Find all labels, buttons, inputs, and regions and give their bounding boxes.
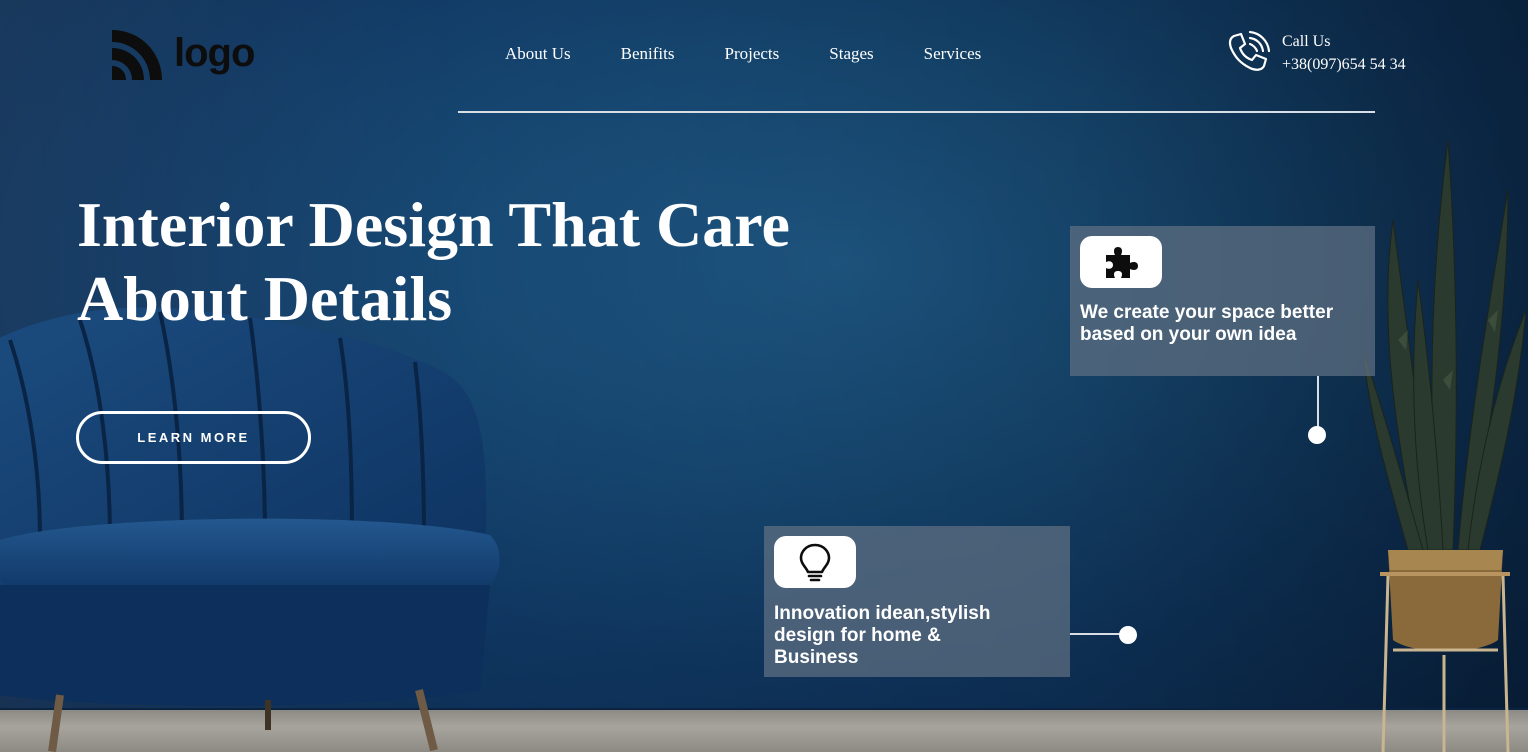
- feature-icon-box: [774, 536, 856, 588]
- call-us-text: Call Us +38(097)654 54 34: [1282, 30, 1406, 76]
- nav-item-services[interactable]: Services: [924, 44, 982, 64]
- learn-more-button[interactable]: LEARN MORE: [76, 411, 311, 464]
- call-us[interactable]: Call Us +38(097)654 54 34: [1226, 30, 1406, 76]
- feature-icon-box: [1080, 236, 1162, 288]
- connector-line: [1317, 376, 1319, 428]
- phone-icon: [1228, 30, 1270, 71]
- connector-line: [1070, 633, 1120, 635]
- feature-text: Innovation idean,stylish design for home…: [774, 603, 991, 668]
- puzzle-icon: [1106, 247, 1138, 278]
- nav-item-about-us[interactable]: About Us: [505, 44, 571, 64]
- main-nav: About Us Benifits Projects Stages Servic…: [505, 44, 1031, 64]
- feature-text: We create your space better based on you…: [1080, 302, 1334, 345]
- armchair-image: [0, 307, 500, 752]
- logo[interactable]: logo: [112, 30, 255, 80]
- logo-icon: [112, 30, 162, 80]
- plant-image: [1362, 139, 1527, 752]
- feature-card: We create your space better based on you…: [1070, 226, 1375, 376]
- logo-text: logo: [174, 31, 255, 75]
- phone-number[interactable]: +38(097)654 54 34: [1282, 53, 1406, 76]
- nav-item-benifits[interactable]: Benifits: [621, 44, 675, 64]
- nav-item-projects[interactable]: Projects: [725, 44, 780, 64]
- lightbulb-icon: [799, 543, 831, 582]
- nav-divider: [458, 111, 1375, 113]
- feature-card: Innovation idean,stylish design for home…: [764, 526, 1070, 677]
- call-us-label: Call Us: [1282, 33, 1331, 50]
- connector-dot: [1308, 426, 1326, 444]
- nav-item-stages[interactable]: Stages: [829, 44, 873, 64]
- connector-dot: [1119, 626, 1137, 644]
- hero-title: Interior Design That Care About Details: [77, 189, 790, 334]
